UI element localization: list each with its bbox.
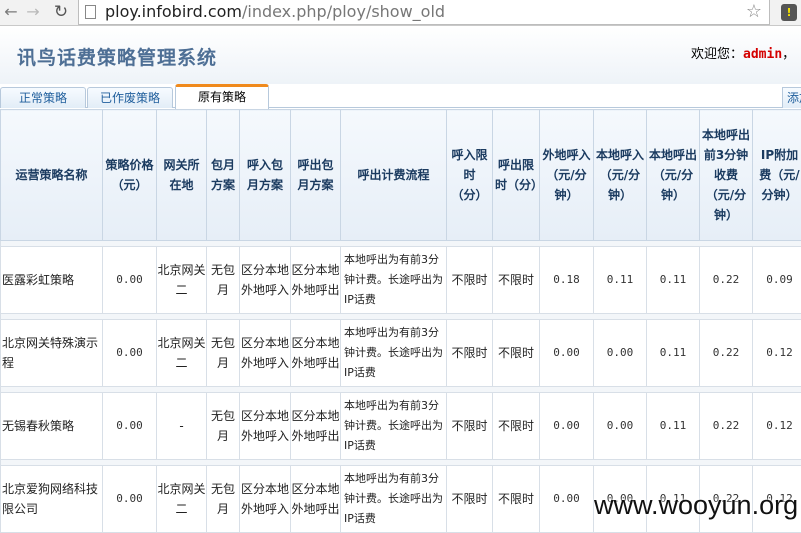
tab-original-strategies[interactable]: 原有策略 (175, 84, 269, 109)
col-header-first3: 本地呼出前3分钟收费（元/分钟） (699, 109, 753, 241)
welcome-prefix: 欢迎您： (691, 47, 744, 62)
strategy-table-container: 运营策略名称 策略价格（元） 网关所在地 包月方案 呼入包月方案 呼出包月方案 … (0, 109, 801, 533)
strategy-table: 运营策略名称 策略价格（元） 网关所在地 包月方案 呼入包月方案 呼出包月方案 … (0, 109, 801, 533)
cell-gateway: 北京网关二 (156, 319, 207, 387)
cell-price: 0.00 (102, 465, 157, 533)
cell-first3: 0.22 (699, 319, 753, 387)
cell-name: 医露彩虹策略 (0, 246, 103, 314)
table-header-row: 运营策略名称 策略价格（元） 网关所在地 包月方案 呼入包月方案 呼出包月方案 … (0, 109, 801, 241)
cell-out-limit: 不限时 (492, 319, 540, 387)
cell-local-out: 0.11 (646, 392, 700, 460)
col-header-name: 运营策略名称 (0, 109, 103, 241)
cell-in-plan: 区分本地外地呼入 (239, 465, 291, 533)
cell-remote-in: 0.00 (539, 392, 594, 460)
page-icon (85, 5, 96, 19)
tab-voided-strategies[interactable]: 已作废策略 (87, 87, 173, 108)
reload-icon[interactable]: ↻ (50, 1, 72, 23)
tab-bar: 正常策略 已作废策略 原有策略 添加 (0, 84, 801, 109)
col-header-in-limit: 呼入限时（分） (446, 109, 493, 241)
extension-icon[interactable]: ! (781, 4, 797, 21)
cell-in-limit: 不限时 (446, 246, 493, 314)
cell-in-plan: 区分本地外地呼入 (239, 392, 291, 460)
cell-out-plan: 区分本地外地呼出 (290, 246, 341, 314)
cell-remote-in: 0.00 (539, 465, 594, 533)
watermark: www.wooyun.org (594, 490, 799, 520)
cell-local-out: 0.11 (646, 319, 700, 387)
cell-first3: 0.22 (699, 392, 753, 460)
welcome-suffix: ， (782, 47, 796, 62)
username-link[interactable]: admin (743, 47, 782, 62)
cell-local-in: 0.11 (593, 246, 647, 314)
cell-ip-fee: 0.12 (752, 319, 801, 387)
col-header-out-limit: 呼出限时（分） (492, 109, 543, 241)
cell-first3: 0.22 (699, 246, 753, 314)
forward-arrow-icon[interactable]: → (22, 1, 44, 23)
cell-monthly: 无包月 (206, 465, 240, 533)
cell-name: 无锡春秋策略 (0, 392, 103, 460)
col-header-gateway: 网关所在地 (156, 109, 207, 241)
cell-monthly: 无包月 (206, 246, 240, 314)
cell-flow: 本地呼出为有前3分钟计费。长途呼出为IP话费 (340, 392, 447, 460)
cell-in-plan: 区分本地外地呼入 (239, 246, 291, 314)
cell-gateway: 北京网关二 (156, 246, 207, 314)
cell-flow: 本地呼出为有前3分钟计费。长途呼出为IP话费 (340, 246, 447, 314)
cell-in-limit: 不限时 (446, 392, 493, 460)
cell-in-limit: 不限时 (446, 465, 493, 533)
col-header-price: 策略价格（元） (102, 109, 157, 241)
cell-ip-fee: 0.09 (752, 246, 801, 314)
app-header: 讯鸟话费策略管理系统 欢迎您：admin， (0, 27, 801, 84)
col-header-in-plan: 呼入包月方案 (239, 109, 291, 241)
address-path: /index.php/ploy/show_old (241, 2, 446, 21)
cell-in-limit: 不限时 (446, 319, 493, 387)
browser-toolbar: ← → ↻ ploy.infobird.com/index.php/ploy/s… (0, 0, 801, 26)
cell-in-plan: 区分本地外地呼入 (239, 319, 291, 387)
col-header-remote-in: 外地呼入（元/分钟） (539, 109, 594, 241)
add-tab[interactable]: 添加 (782, 87, 801, 108)
cell-out-limit: 不限时 (492, 465, 540, 533)
col-header-monthly: 包月方案 (206, 109, 240, 241)
cell-local-in: 0.00 (593, 392, 647, 460)
table-row[interactable]: 无锡春秋策略 0.00 - 无包月 区分本地外地呼入 区分本地外地呼出 本地呼出… (0, 392, 801, 460)
cell-price: 0.00 (102, 246, 157, 314)
welcome-message: 欢迎您：admin， (691, 43, 795, 62)
col-header-out-plan: 呼出包月方案 (290, 109, 341, 241)
cell-local-in: 0.00 (593, 319, 647, 387)
cell-flow: 本地呼出为有前3分钟计费。长途呼出为IP话费 (340, 465, 447, 533)
col-header-flow: 呼出计费流程 (340, 109, 447, 241)
cell-out-limit: 不限时 (492, 246, 540, 314)
cell-out-limit: 不限时 (492, 392, 540, 460)
table-row[interactable]: 医露彩虹策略 0.00 北京网关二 无包月 区分本地外地呼入 区分本地外地呼出 … (0, 246, 801, 314)
cell-ip-fee: 0.12 (752, 392, 801, 460)
address-bar[interactable]: ploy.infobird.com/index.php/ploy/show_ol… (78, 0, 770, 25)
col-header-local-in: 本地呼入（元/分钟） (593, 109, 647, 241)
cell-monthly: 无包月 (206, 392, 240, 460)
tab-normal-strategies[interactable]: 正常策略 (0, 87, 86, 108)
cell-price: 0.00 (102, 319, 157, 387)
cell-remote-in: 0.18 (539, 246, 594, 314)
app-title: 讯鸟话费策略管理系统 (17, 47, 218, 69)
cell-gateway: - (156, 392, 207, 460)
cell-name: 北京爱狗网络科技限公司 (0, 465, 103, 533)
cell-gateway: 北京网关二 (156, 465, 207, 533)
cell-name: 北京网关特殊演示程 (0, 319, 103, 387)
cell-flow: 本地呼出为有前3分钟计费。长途呼出为IP话费 (340, 319, 447, 387)
address-text: ploy.infobird.com/index.php/ploy/show_ol… (105, 2, 445, 21)
cell-out-plan: 区分本地外地呼出 (290, 319, 341, 387)
bookmark-star-icon[interactable]: ☆ (743, 1, 765, 23)
col-header-ip-fee: IP附加费（元/分钟） (752, 109, 801, 241)
table-row[interactable]: 北京网关特殊演示程 0.00 北京网关二 无包月 区分本地外地呼入 区分本地外地… (0, 319, 801, 387)
cell-out-plan: 区分本地外地呼出 (290, 392, 341, 460)
cell-local-out: 0.11 (646, 246, 700, 314)
address-host: ploy.infobird.com (105, 2, 242, 21)
cell-out-plan: 区分本地外地呼出 (290, 465, 341, 533)
cell-monthly: 无包月 (206, 319, 240, 387)
cell-remote-in: 0.00 (539, 319, 594, 387)
back-arrow-icon[interactable]: ← (0, 1, 22, 23)
cell-price: 0.00 (102, 392, 157, 460)
col-header-local-out: 本地呼出（元/分钟） (646, 109, 700, 241)
